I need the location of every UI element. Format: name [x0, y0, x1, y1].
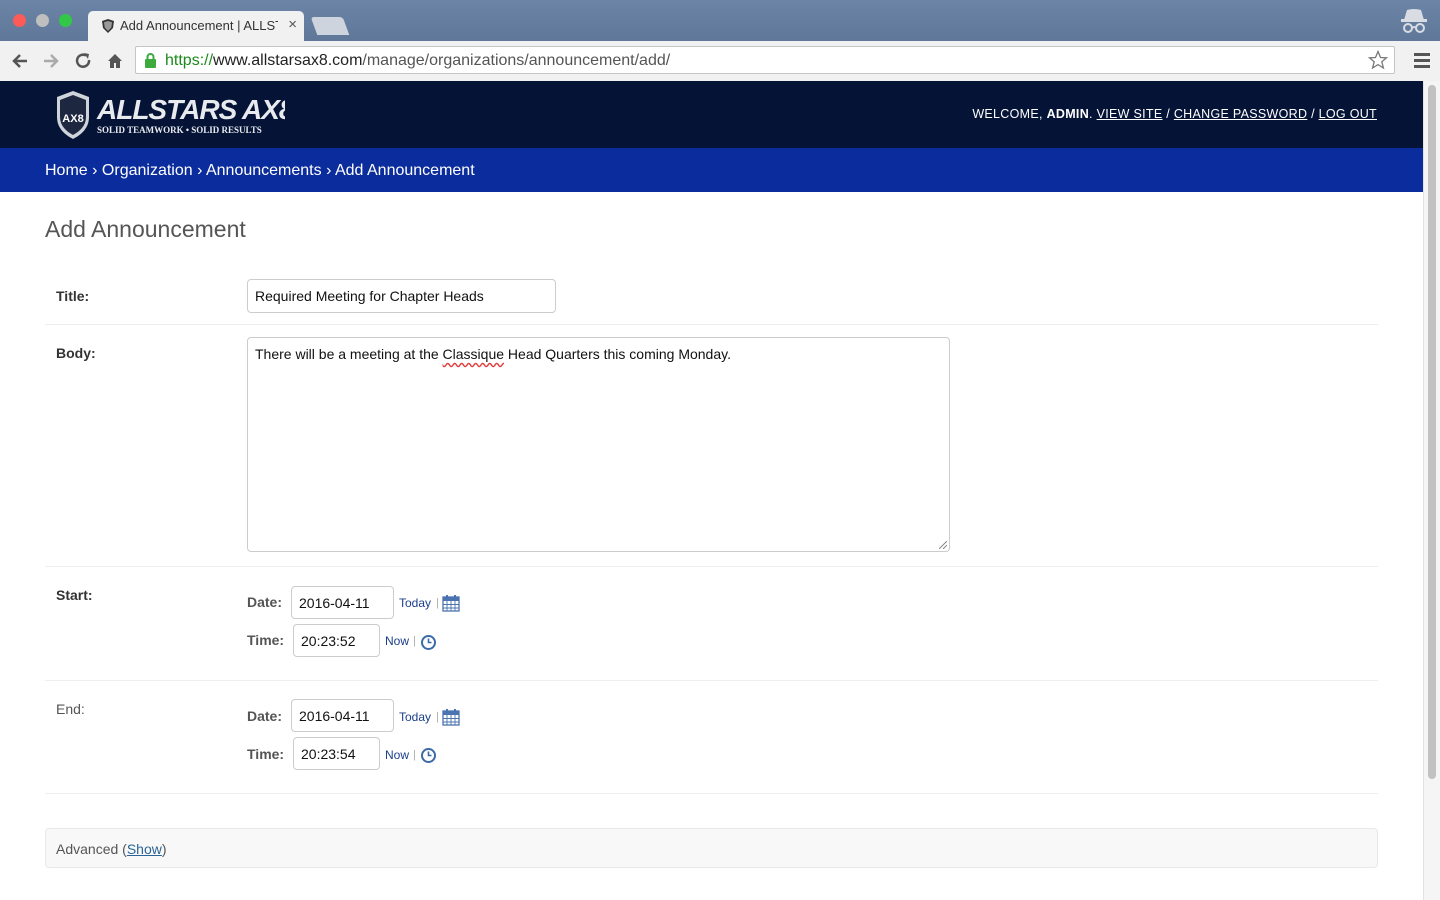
- user-tools: WELCOME, ADMIN. VIEW SITE / CHANGE PASSW…: [972, 107, 1377, 121]
- breadcrumb-separator: ›: [197, 162, 203, 179]
- start-date-label: Date:: [247, 594, 283, 610]
- tab-title: Add Announcement | ALLSTARS AX8: [120, 18, 278, 33]
- end-date-input[interactable]: 2016-04-11: [291, 699, 394, 732]
- title-label: Title:: [56, 288, 90, 304]
- page-title: Add Announcement: [45, 216, 246, 242]
- svg-text:AX8: AX8: [62, 113, 83, 125]
- browser-menu-icon[interactable]: [1414, 53, 1430, 71]
- start-now-link[interactable]: Now: [385, 634, 409, 648]
- advanced-show-link[interactable]: Show: [127, 841, 162, 857]
- end-time-label: Time:: [247, 746, 285, 762]
- breadcrumb-organization[interactable]: Organization: [102, 162, 193, 179]
- reload-icon[interactable]: [71, 49, 95, 73]
- title-input[interactable]: Required Meeting for Chapter Heads: [247, 279, 556, 313]
- resize-handle-icon[interactable]: [939, 541, 947, 549]
- end-today-link[interactable]: Today: [399, 710, 431, 724]
- start-today-link[interactable]: Today: [399, 596, 431, 610]
- view-site-link[interactable]: VIEW SITE: [1097, 107, 1163, 121]
- incognito-icon: [1401, 9, 1427, 33]
- window-zoom-button[interactable]: [59, 14, 72, 27]
- clock-icon[interactable]: [420, 747, 437, 764]
- scrollbar-thumb[interactable]: [1428, 85, 1436, 779]
- separator: /: [1311, 107, 1315, 121]
- row-divider: [45, 793, 1378, 794]
- window-minimize-button[interactable]: [36, 14, 49, 27]
- username: ADMIN: [1046, 107, 1090, 121]
- browser-tab-bar: Add Announcement | ALLSTARS AX8 ×: [0, 0, 1440, 41]
- pipe-separator: |: [413, 749, 416, 761]
- clock-icon[interactable]: [420, 634, 437, 651]
- url-text: https://www.allstarsax8.com/manage/organ…: [165, 52, 670, 70]
- body-text-end: Head Quarters this coming Monday.: [504, 346, 731, 362]
- end-label: End:: [56, 701, 85, 717]
- breadcrumb-announcements[interactable]: Announcements: [206, 162, 322, 179]
- pipe-separator: |: [436, 597, 439, 609]
- advanced-heading: Advanced (Show): [56, 841, 167, 857]
- start-label: Start:: [56, 587, 93, 603]
- welcome-text: WELCOME,: [972, 107, 1043, 121]
- browser-tab[interactable]: Add Announcement | ALLSTARS AX8 ×: [88, 11, 304, 41]
- breadcrumb-home[interactable]: Home: [45, 162, 88, 179]
- shield-favicon-icon: [102, 19, 114, 33]
- tab-close-icon[interactable]: ×: [288, 16, 297, 33]
- browser-toolbar: https://www.allstarsax8.com/manage/organ…: [0, 41, 1440, 82]
- log-out-link[interactable]: LOG OUT: [1319, 107, 1377, 121]
- advanced-close-paren: ): [161, 841, 167, 857]
- url-path: /manage/organizations/announcement/add/: [362, 52, 671, 69]
- allstars-logo[interactable]: AX8 ALLSTARS AX8 SOLID TEAMWORK • SOLID …: [55, 91, 285, 139]
- end-now-link[interactable]: Now: [385, 748, 409, 762]
- start-time-input[interactable]: 20:23:52: [293, 624, 380, 657]
- bookmark-star-icon[interactable]: [1368, 50, 1388, 70]
- back-icon[interactable]: [8, 49, 32, 73]
- end-time-input[interactable]: 20:23:54: [293, 737, 380, 770]
- advanced-label: Advanced (: [56, 841, 127, 857]
- url-host: www.allstarsax8.com: [213, 52, 363, 69]
- breadcrumb-current: Add Announcement: [334, 162, 475, 179]
- calendar-icon[interactable]: [442, 594, 460, 612]
- body-label: Body:: [56, 345, 96, 361]
- start-time-label: Time:: [247, 632, 285, 648]
- breadcrumb-separator: ›: [92, 162, 98, 179]
- breadcrumb-separator: ›: [326, 162, 332, 179]
- start-date-input[interactable]: 2016-04-11: [291, 586, 394, 619]
- address-bar[interactable]: https://www.allstarsax8.com/manage/organ…: [135, 46, 1395, 74]
- calendar-icon[interactable]: [442, 708, 460, 726]
- separator: /: [1166, 107, 1171, 121]
- end-date-label: Date:: [247, 708, 283, 724]
- pipe-separator: |: [413, 635, 416, 647]
- body-textarea[interactable]: There will be a meeting at the Classique…: [247, 337, 950, 552]
- row-divider: [45, 680, 1378, 681]
- new-tab-button[interactable]: [310, 17, 350, 35]
- change-password-link[interactable]: CHANGE PASSWORD: [1174, 107, 1307, 121]
- svg-text:SOLID TEAMWORK • SOLID RESULTS: SOLID TEAMWORK • SOLID RESULTS: [97, 125, 262, 135]
- page-scrollbar[interactable]: [1423, 81, 1440, 900]
- lock-icon: [145, 53, 156, 68]
- url-scheme: https://: [165, 52, 214, 69]
- forward-icon[interactable]: [39, 49, 63, 73]
- site-header: AX8 ALLSTARS AX8 SOLID TEAMWORK • SOLID …: [0, 81, 1423, 148]
- breadcrumb: Home › Organization › Announcements › Ad…: [0, 148, 1423, 192]
- home-icon[interactable]: [103, 49, 127, 73]
- body-text-start: There will be a meeting at the: [255, 346, 443, 362]
- advanced-fieldset: Advanced (Show): [45, 828, 1378, 868]
- pipe-separator: |: [436, 711, 439, 723]
- body-text-misspelled: Classique: [442, 346, 505, 362]
- welcome-dot: .: [1089, 107, 1093, 121]
- row-divider: [45, 324, 1378, 325]
- svg-text:ALLSTARS AX8: ALLSTARS AX8: [96, 94, 285, 125]
- row-divider: [45, 566, 1378, 567]
- window-close-button[interactable]: [13, 14, 26, 27]
